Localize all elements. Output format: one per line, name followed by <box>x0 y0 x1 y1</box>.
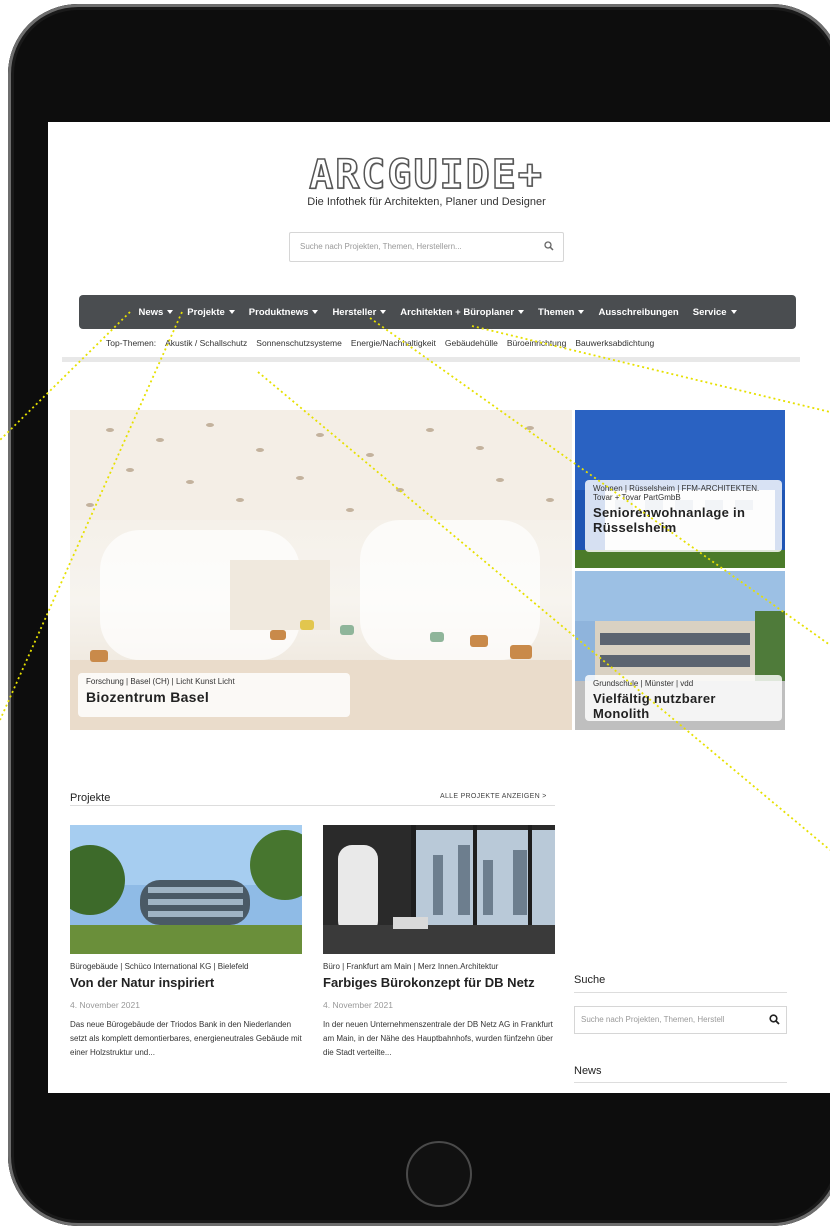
project-image-db-netz <box>323 825 555 954</box>
top-theme-link[interactable]: Bauwerksabdichtung <box>575 338 654 352</box>
main-navigation: News Projekte Produktnews Hersteller Arc… <box>79 295 796 329</box>
search-icon[interactable] <box>544 241 554 251</box>
site-tagline: Die Infothek für Architekten, Planer und… <box>307 196 546 208</box>
hero-feature-side-1[interactable]: Wohnen | Rüsselsheim | FFM-ARCHITEKTEN. … <box>575 410 785 568</box>
hero-main-title[interactable]: Biozentrum Basel <box>86 689 342 705</box>
nav-item-produktnews[interactable]: Produktnews <box>249 307 319 318</box>
header-search-input[interactable]: Suche nach Projekten, Themen, Hersteller… <box>289 232 564 262</box>
nav-item-themen[interactable]: Themen <box>538 306 585 318</box>
sidebar-news-divider <box>574 1082 787 1083</box>
top-theme-link[interactable]: Gebäudehülle <box>445 338 498 352</box>
nav-label: Ausschreibungen <box>598 306 679 318</box>
nav-label: Projekte <box>187 306 225 318</box>
project-card-excerpt: Das neue Bürogebäude der Triodos Bank in… <box>70 1020 302 1057</box>
hero-side2-meta: Grundschule | Münster | vdd <box>593 679 694 688</box>
top-theme-link[interactable]: Sonnenschutzsysteme <box>256 338 342 352</box>
nav-label: News <box>138 306 164 318</box>
hero-feature-main[interactable]: Forschung | Basel (CH) | Licht Kunst Lic… <box>70 410 572 730</box>
projects-section-divider <box>70 805 555 806</box>
project-card-meta: Büro | Frankfurt am Main | Merz Innen.Ar… <box>323 962 499 971</box>
nav-label: Service <box>692 306 727 318</box>
hero-side1-meta: Wohnen | Rüsselsheim | FFM-ARCHITEKTEN. … <box>593 484 760 502</box>
nav-item-service[interactable]: Service <box>693 307 737 318</box>
caret-down-icon <box>167 310 174 314</box>
nav-label: Themen <box>538 306 575 318</box>
project-card-image[interactable] <box>70 825 302 954</box>
nav-item-ausschreibungen[interactable]: Ausschreibungen <box>598 307 678 318</box>
sidebar-news-title: News <box>574 1065 602 1077</box>
nav-item-hersteller[interactable]: Hersteller <box>332 306 387 318</box>
nav-item-architekten[interactable]: Architekten + Büroplaner <box>400 306 525 318</box>
nav-label: Hersteller <box>332 306 377 318</box>
sidebar-search-placeholder: Suche nach Projekten, Themen, Herstell <box>581 1015 725 1024</box>
caret-down-icon <box>578 310 585 314</box>
hero-side1-caption: Wohnen | Rüsselsheim | FFM-ARCHITEKTEN. … <box>585 480 782 552</box>
all-projects-link[interactable]: ALLE PROJEKTE ANZEIGEN > <box>440 793 547 800</box>
sidebar-search-title: Suche <box>574 974 606 986</box>
project-card-image[interactable] <box>323 825 555 954</box>
hero-feature-side-2[interactable]: Grundschule | Münster | vdd Vielfältig n… <box>575 571 785 730</box>
top-themes-label: Top-Themen: <box>106 338 157 348</box>
hero-main-meta: Forschung | Basel (CH) | Licht Kunst Lic… <box>86 677 235 686</box>
sidebar-search-input[interactable]: Suche nach Projekten, Themen, Herstell <box>574 1006 787 1034</box>
nav-label: Produktnews <box>248 306 309 318</box>
nav-item-projekte[interactable]: Projekte <box>187 307 235 318</box>
header-search-placeholder: Suche nach Projekten, Themen, Hersteller… <box>300 242 462 251</box>
caret-down-icon <box>380 310 387 314</box>
caret-down-icon <box>518 310 525 314</box>
project-image-triodos <box>70 825 302 954</box>
project-card-title[interactable]: Von der Natur inspiriert <box>70 975 302 990</box>
nav-item-news[interactable]: News <box>138 306 174 318</box>
header-divider <box>62 357 800 362</box>
nav-label: Architekten + Büroplaner <box>400 306 515 318</box>
top-theme-link[interactable]: Büroeinrichtung <box>507 338 567 352</box>
top-theme-link[interactable]: Energie/Nachhaltigkeit <box>351 338 436 352</box>
project-card-excerpt: In der neuen Unternehmenszentrale der DB… <box>323 1020 553 1057</box>
caret-down-icon <box>730 310 737 314</box>
website-screen: ARCGUIDE+ Die Infothek für Architekten, … <box>48 122 830 1093</box>
project-card-date: 4. November 2021 <box>323 1000 393 1010</box>
project-card-date: 4. November 2021 <box>70 1000 140 1010</box>
sidebar-search-divider <box>574 992 787 993</box>
tablet-home-button[interactable] <box>406 1141 472 1207</box>
project-card[interactable]: Bürogebäude | Schüco International KG | … <box>70 825 302 1060</box>
project-card[interactable]: Büro | Frankfurt am Main | Merz Innen.Ar… <box>323 825 555 1060</box>
caret-down-icon <box>228 310 235 314</box>
hero-side1-title[interactable]: Seniorenwohnanlage in Rüsselsheim <box>593 505 774 535</box>
site-logo[interactable]: ARCGUIDE+ <box>48 151 805 199</box>
hero-side2-title[interactable]: Vielfältig nutzbarer Monolith <box>593 691 774 721</box>
search-icon[interactable] <box>769 1014 780 1025</box>
project-card-title[interactable]: Farbiges Bürokonzept für DB Netz <box>323 975 555 990</box>
top-themes-bar: Top-Themen: Akustik / Schallschutz Sonne… <box>106 338 806 352</box>
projects-section-title: Projekte <box>70 792 111 804</box>
caret-down-icon <box>312 310 319 314</box>
top-theme-link[interactable]: Akustik / Schallschutz <box>165 338 247 352</box>
hero-side2-caption: Grundschule | Münster | vdd Vielfältig n… <box>585 675 782 721</box>
project-card-meta: Bürogebäude | Schüco International KG | … <box>70 962 249 971</box>
hero-main-caption: Forschung | Basel (CH) | Licht Kunst Lic… <box>78 673 350 717</box>
